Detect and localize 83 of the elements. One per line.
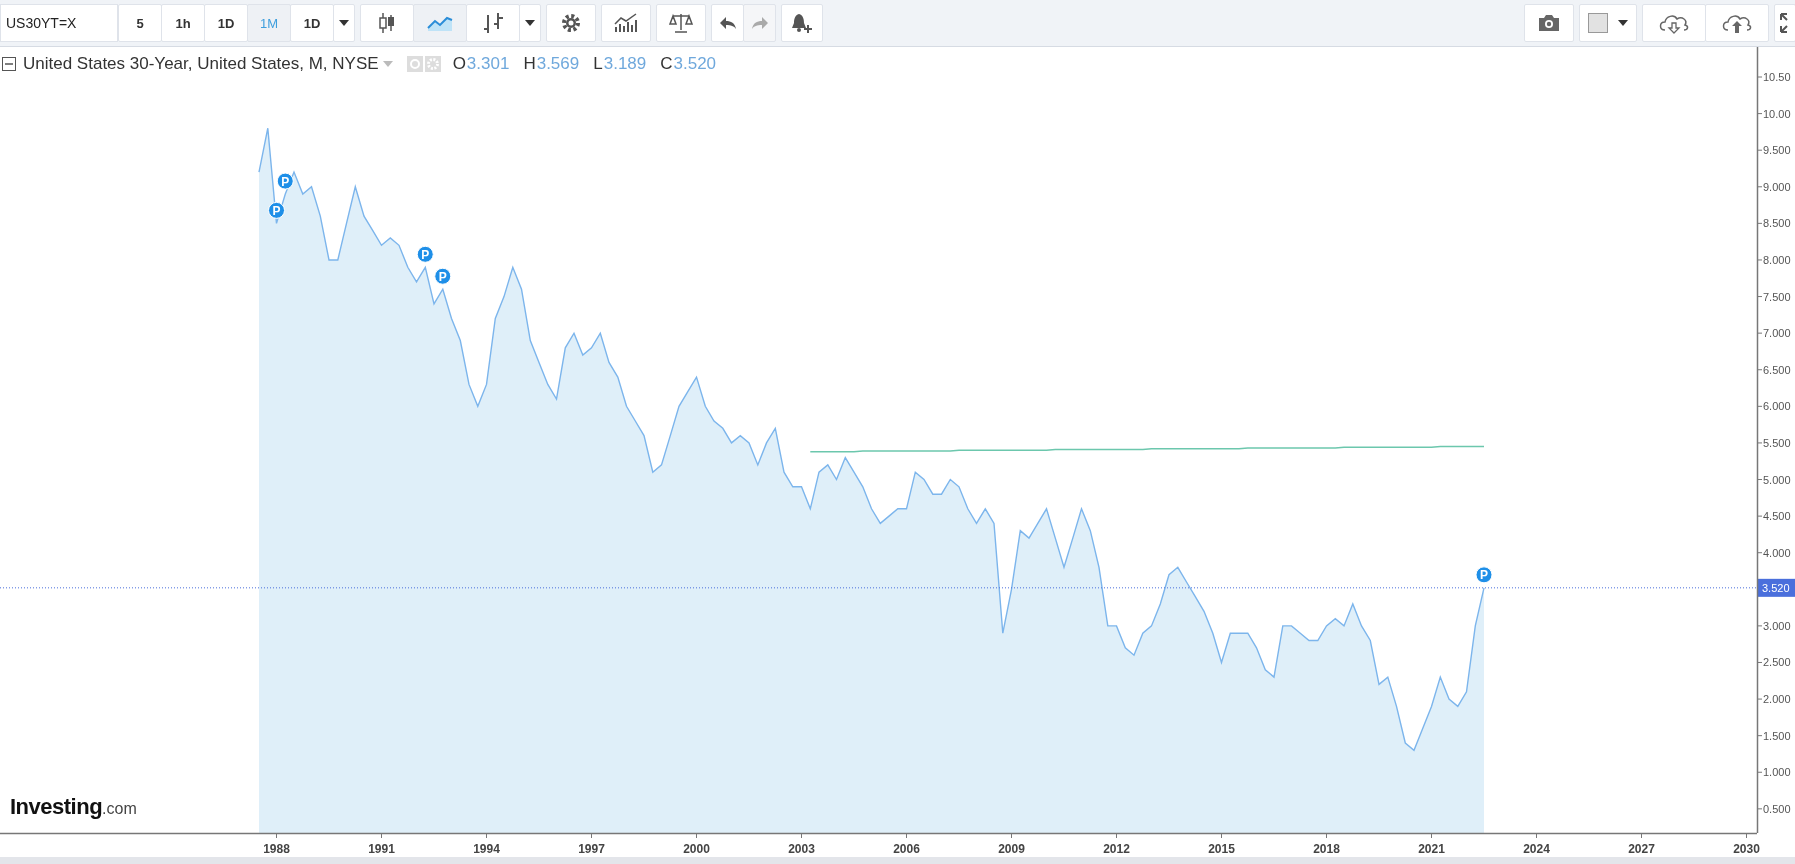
cloud-upload-icon[interactable] (1705, 4, 1769, 42)
x-axis-label: 2009 (998, 842, 1025, 856)
interval-button[interactable]: 1M (247, 4, 291, 42)
ohlc-value: 3.189 (603, 54, 647, 74)
y-axis-label: 4.000 (1763, 546, 1791, 559)
series-title: United States 30-Year, United States, M, NYSE (23, 54, 379, 74)
cloud-download-icon[interactable] (1642, 4, 1706, 42)
caret-icon (1618, 20, 1628, 26)
x-axis-label: 2021 (1418, 842, 1445, 856)
candlestick-icon[interactable] (360, 4, 414, 42)
x-axis-label: 2030 (1733, 842, 1760, 856)
fullscreen-icon[interactable] (1774, 4, 1795, 42)
y-axis-label: 7.000 (1763, 327, 1791, 340)
ohlc-value: 3.520 (673, 54, 717, 74)
ohlc-value: 3.569 (536, 54, 580, 74)
y-axis-label: 10.50 (1763, 71, 1791, 83)
y-axis-label: 1.500 (1763, 729, 1791, 742)
y-axis-label: 4.500 (1763, 510, 1791, 523)
y-axis-label: 5.000 (1763, 473, 1791, 486)
interval-button[interactable]: 1h (161, 4, 205, 42)
x-axis-label: 1994 (473, 842, 500, 856)
undo-icon[interactable] (711, 4, 744, 42)
x-axis-label: 2027 (1628, 842, 1655, 856)
alert-bell-icon[interactable] (781, 4, 823, 42)
y-axis-label: 2.500 (1763, 656, 1791, 669)
y-axis-label: 9.500 (1763, 144, 1791, 157)
dropdown-button[interactable] (333, 4, 355, 42)
y-axis-label: 7.500 (1763, 290, 1791, 303)
ohlc-label: O (452, 54, 466, 74)
ref-line-label: 3.520 (1762, 581, 1790, 594)
interval-button[interactable]: 1D (204, 4, 248, 42)
annotation: P (421, 247, 430, 262)
y-axis-label: 8.000 (1763, 253, 1791, 266)
y-axis-label: 10.00 (1763, 107, 1791, 120)
ohlc-label: C (660, 54, 673, 74)
annotation: P (281, 174, 290, 189)
interval-button[interactable]: 5 (118, 4, 162, 42)
marker-pin[interactable]: P (434, 267, 452, 285)
x-axis-label: 2015 (1208, 842, 1235, 856)
bar-chart-icon[interactable] (466, 4, 520, 42)
x-axis-label: 2024 (1523, 842, 1550, 856)
x-axis-label: 2003 (788, 842, 815, 856)
x-axis-label: 2000 (683, 842, 710, 856)
x-axis-label: 2012 (1103, 842, 1130, 856)
y-axis-label: 6.000 (1763, 400, 1791, 413)
marker-pin[interactable]: P (1475, 566, 1493, 584)
x-axis-label: 1991 (368, 842, 395, 856)
marker-pin[interactable]: P (416, 245, 434, 263)
y-axis-label: 6.500 (1763, 363, 1791, 376)
annotation: P (272, 203, 281, 218)
y-axis-label: 3.000 (1763, 619, 1791, 632)
logo-suffix: .com (102, 800, 137, 817)
x-axis-label: 1997 (578, 842, 605, 856)
caret-icon (339, 20, 349, 26)
dropdown-button[interactable] (519, 4, 541, 42)
collapse-icon[interactable] (2, 57, 16, 71)
marker-pin[interactable]: P (276, 172, 294, 190)
interval-button[interactable]: 1D (290, 4, 334, 42)
y-axis-label: 1.000 (1763, 766, 1791, 779)
color-picker-button[interactable] (1579, 4, 1637, 42)
scales-icon[interactable] (656, 4, 706, 42)
x-axis-label: 1988 (263, 842, 290, 856)
y-axis-label: 9.000 (1763, 180, 1791, 193)
y-axis-label: 2.000 (1763, 693, 1791, 706)
y-axis-label: 8.500 (1763, 217, 1791, 230)
x-axis-label: 2018 (1313, 842, 1340, 856)
symbol-field[interactable]: US30YT=X (0, 4, 118, 42)
ohlc-value: 3.301 (466, 54, 510, 74)
logo-wordmark: Investing (10, 794, 103, 820)
color-swatch-icon (1588, 13, 1608, 33)
ohlc-label: L (593, 54, 603, 74)
camera-icon[interactable] (1524, 4, 1574, 42)
y-axis-label: 5.500 (1763, 436, 1791, 449)
marker-pin[interactable]: P (268, 201, 285, 219)
caret-icon (525, 20, 535, 26)
indicators-icon[interactable] (601, 4, 651, 42)
y-axis-label: 0.500 (1763, 802, 1791, 815)
annotation: P (438, 269, 447, 284)
annotation: P (1479, 568, 1489, 583)
settings-icon[interactable] (546, 4, 596, 42)
price-label: 3.520 (1758, 578, 1795, 597)
ohlc-label: H (523, 54, 536, 74)
x-axis-label: 2006 (893, 842, 920, 856)
